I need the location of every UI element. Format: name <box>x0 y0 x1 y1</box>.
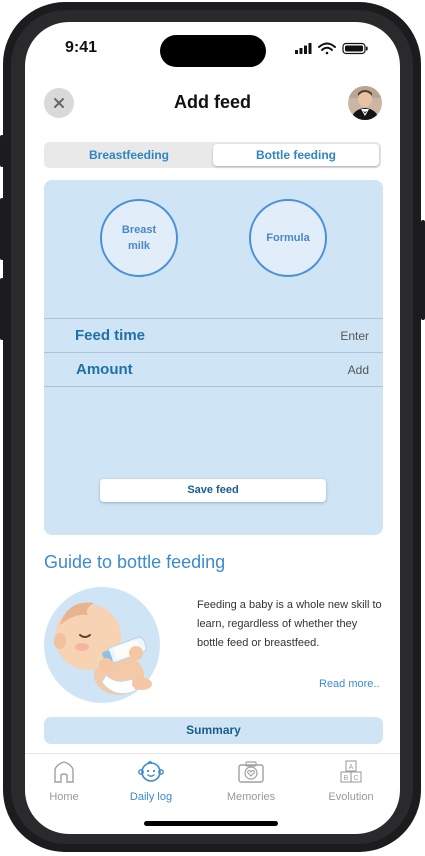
amount-label: Amount <box>76 361 133 378</box>
breast-milk-label: Breast milk <box>121 224 157 252</box>
tab-memories[interactable]: Memories <box>216 760 286 803</box>
feed-type-segmented-control: Breastfeeding Bottle feeding <box>44 142 381 168</box>
amount-value: Add <box>347 363 369 377</box>
abc-blocks-icon: A B C <box>340 760 362 783</box>
baby-bottle-illustration <box>44 587 161 704</box>
amount-row[interactable]: Amount Add <box>44 353 383 386</box>
feed-time-label: Feed time <box>75 327 146 344</box>
tab-home-label: Home <box>49 791 79 803</box>
tab-daily-log[interactable]: Daily log <box>116 760 186 803</box>
volume-down-button <box>0 278 4 340</box>
summary-button[interactable]: Summary <box>44 717 383 744</box>
feed-panel: Breast milk Formula Feed time Enter Amou… <box>44 180 383 535</box>
battery-icon <box>342 42 368 55</box>
mute-switch <box>0 135 4 167</box>
baby-face-icon <box>138 761 164 782</box>
divider <box>44 386 383 387</box>
feed-time-value: Enter <box>340 329 369 343</box>
avatar[interactable] <box>348 86 382 120</box>
home-indicator <box>144 821 278 826</box>
camera-heart-icon <box>238 761 264 783</box>
tab-home[interactable]: Home <box>29 760 99 803</box>
tab-memories-label: Memories <box>226 791 276 803</box>
guide-text: Feeding a baby is a whole new skill to l… <box>197 599 382 649</box>
read-more-link[interactable]: Read more.. <box>319 678 380 690</box>
breast-milk-option[interactable]: Breast milk <box>100 199 178 277</box>
home-icon <box>54 761 74 783</box>
volume-up-button <box>0 198 4 260</box>
dynamic-island <box>160 35 266 67</box>
tab-evolution[interactable]: A B C Evolution <box>316 760 386 803</box>
tab-daily-log-label: Daily log <box>129 791 173 803</box>
status-time: 9:41 <box>65 39 98 56</box>
tab-evolution-label: Evolution <box>328 791 374 803</box>
svg-text:B: B <box>344 775 349 782</box>
page-title: Add feed <box>173 92 251 112</box>
screen: 9:41 Add feed Breastfeeding Bottle feedi… <box>25 22 400 834</box>
tabbar-divider <box>25 753 400 754</box>
save-feed-button[interactable]: Save feed <box>100 479 326 502</box>
formula-label: Formula <box>266 232 310 244</box>
status-icons <box>295 41 375 55</box>
tab-bottle-feeding[interactable]: Bottle feeding <box>213 144 379 166</box>
svg-text:A: A <box>349 764 354 771</box>
signal-icon <box>295 43 312 54</box>
feed-time-row[interactable]: Feed time Enter <box>44 319 383 352</box>
formula-option[interactable]: Formula <box>249 199 327 277</box>
wifi-icon <box>318 42 336 55</box>
tab-breastfeeding[interactable]: Breastfeeding <box>46 144 212 166</box>
guide-title: Guide to bottle feeding <box>44 552 226 572</box>
power-button <box>421 220 425 320</box>
svg-text:C: C <box>353 775 358 782</box>
